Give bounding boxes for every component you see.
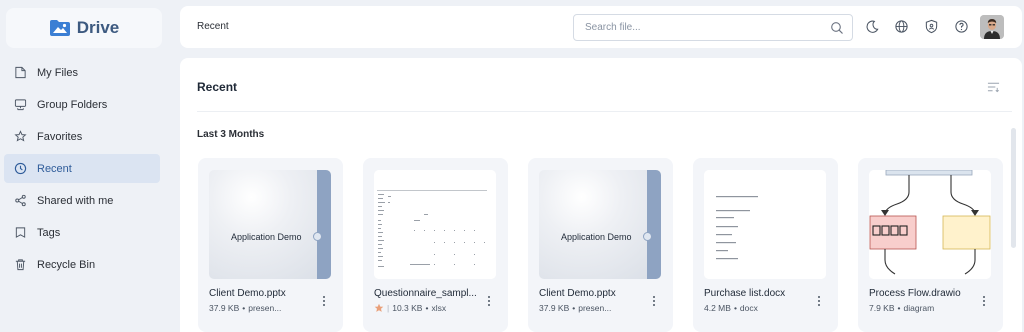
sidebar-item-recent[interactable]: Recent xyxy=(4,154,160,183)
file-type: presen... xyxy=(578,303,612,313)
file-icon xyxy=(15,66,26,79)
slide-sidebar-decoration xyxy=(647,170,661,279)
file-card[interactable]: Purchase list.docx 4.2 MB • docx xyxy=(693,158,838,332)
more-options-icon[interactable] xyxy=(322,295,326,307)
spreadsheet-preview-icon xyxy=(374,170,496,279)
more-options-icon[interactable] xyxy=(487,295,491,307)
sidebar-item-label: My Files xyxy=(37,66,78,79)
divider xyxy=(197,111,1012,112)
thumbnail-text: Application Demo xyxy=(231,232,302,242)
sidebar-item-label: Shared with me xyxy=(37,194,114,207)
app-logo[interactable]: Drive xyxy=(6,8,162,48)
sidebar-item-label: Tags xyxy=(37,226,61,239)
file-thumbnail xyxy=(704,170,826,279)
file-meta: 7.9 KB • diagram xyxy=(869,303,934,313)
file-size: 37.9 KB xyxy=(539,303,570,313)
thumbnail-text: Application Demo xyxy=(561,232,632,242)
sidebar-item-group-folders[interactable]: Group Folders xyxy=(4,90,160,119)
file-meta: 37.9 KB • presen... xyxy=(539,303,611,313)
scrollbar[interactable] xyxy=(1011,128,1016,248)
file-thumbnail xyxy=(869,170,991,279)
meta-separator: • xyxy=(572,303,576,313)
file-name: Client Demo.pptx xyxy=(539,288,616,299)
file-meta: | 10.3 KB • xlsx xyxy=(374,303,446,313)
help-icon[interactable] xyxy=(954,19,969,34)
clock-icon xyxy=(14,162,27,175)
slide-sidebar-decoration xyxy=(317,170,331,279)
drive-logo-icon xyxy=(49,20,70,36)
file-size: 37.9 KB xyxy=(209,303,240,313)
trash-icon xyxy=(15,259,26,271)
main-panel: Recent Last 3 Months Application Demo Cl… xyxy=(180,58,1022,332)
meta-separator: • xyxy=(425,303,429,313)
moon-icon[interactable] xyxy=(865,19,880,34)
section-title: Last 3 Months xyxy=(197,129,265,140)
document-preview-icon xyxy=(704,170,826,279)
sidebar-item-favorites[interactable]: Favorites xyxy=(4,122,160,151)
file-card[interactable]: Application Demo Client Demo.pptx 37.9 K… xyxy=(198,158,343,332)
favorite-star-icon[interactable] xyxy=(374,303,384,313)
slide-arrow-icon xyxy=(643,232,652,241)
diagram-preview-icon xyxy=(869,170,991,279)
file-thumbnail xyxy=(374,170,496,279)
file-name: Client Demo.pptx xyxy=(209,288,286,299)
file-card[interactable]: Application Demo Client Demo.pptx 37.9 K… xyxy=(528,158,673,332)
file-thumbnail: Application Demo xyxy=(539,170,661,279)
file-name: Process Flow.drawio xyxy=(869,288,961,299)
file-type: docx xyxy=(739,303,758,313)
file-size: 10.3 KB xyxy=(392,303,423,313)
sidebar-item-my-files[interactable]: My Files xyxy=(4,58,160,87)
file-type: presen... xyxy=(248,303,282,313)
sidebar-item-shared-with-me[interactable]: Shared with me xyxy=(4,186,160,215)
file-type: xlsx xyxy=(431,303,447,313)
group-folder-icon xyxy=(14,99,27,111)
file-meta: 4.2 MB • docx xyxy=(704,303,758,313)
share-icon xyxy=(15,194,26,207)
page-title: Recent xyxy=(197,80,238,94)
meta-separator: • xyxy=(733,303,737,313)
slide-arrow-icon xyxy=(313,232,322,241)
file-size: 7.9 KB xyxy=(869,303,895,313)
file-card[interactable]: Questionnaire_sampl... | 10.3 KB • xlsx xyxy=(363,158,508,332)
app-name: Drive xyxy=(76,18,120,37)
file-name: Questionnaire_sampl... xyxy=(374,288,477,299)
globe-icon[interactable] xyxy=(894,19,909,34)
sidebar-nav: My Files Group Folders Favorites Recent … xyxy=(4,58,160,282)
sidebar-item-label: Favorites xyxy=(37,130,83,143)
more-options-icon[interactable] xyxy=(982,295,986,307)
search-input[interactable] xyxy=(574,22,830,33)
sort-icon[interactable] xyxy=(987,81,1000,93)
meta-separator: • xyxy=(242,303,246,313)
file-thumbnail: Application Demo xyxy=(209,170,331,279)
shield-icon[interactable] xyxy=(924,19,939,34)
breadcrumb: Recent xyxy=(197,21,229,32)
avatar[interactable] xyxy=(980,15,1004,39)
search-icon[interactable] xyxy=(830,21,844,35)
top-header: Recent xyxy=(180,6,1022,48)
sidebar-item-recycle-bin[interactable]: Recycle Bin xyxy=(4,250,160,279)
file-meta: 37.9 KB • presen... xyxy=(209,303,281,313)
favorite-divider: | xyxy=(387,303,390,313)
sidebar-item-tags[interactable]: Tags xyxy=(4,218,160,247)
meta-separator: • xyxy=(897,303,901,313)
sidebar-item-label: Group Folders xyxy=(37,98,108,111)
sidebar-item-label: Recent xyxy=(37,162,72,175)
file-size: 4.2 MB xyxy=(704,303,731,313)
search-box[interactable] xyxy=(573,14,853,41)
file-name: Purchase list.docx xyxy=(704,288,786,299)
more-options-icon[interactable] xyxy=(817,295,821,307)
file-card[interactable]: Process Flow.drawio 7.9 KB • diagram xyxy=(858,158,1003,332)
star-icon xyxy=(14,130,27,142)
file-type: diagram xyxy=(903,303,935,313)
sidebar: Drive My Files Group Folders Favorites R… xyxy=(0,0,170,332)
sidebar-item-label: Recycle Bin xyxy=(37,258,96,271)
tag-icon xyxy=(15,227,26,238)
user-avatar-icon xyxy=(980,15,1004,39)
more-options-icon[interactable] xyxy=(652,295,656,307)
